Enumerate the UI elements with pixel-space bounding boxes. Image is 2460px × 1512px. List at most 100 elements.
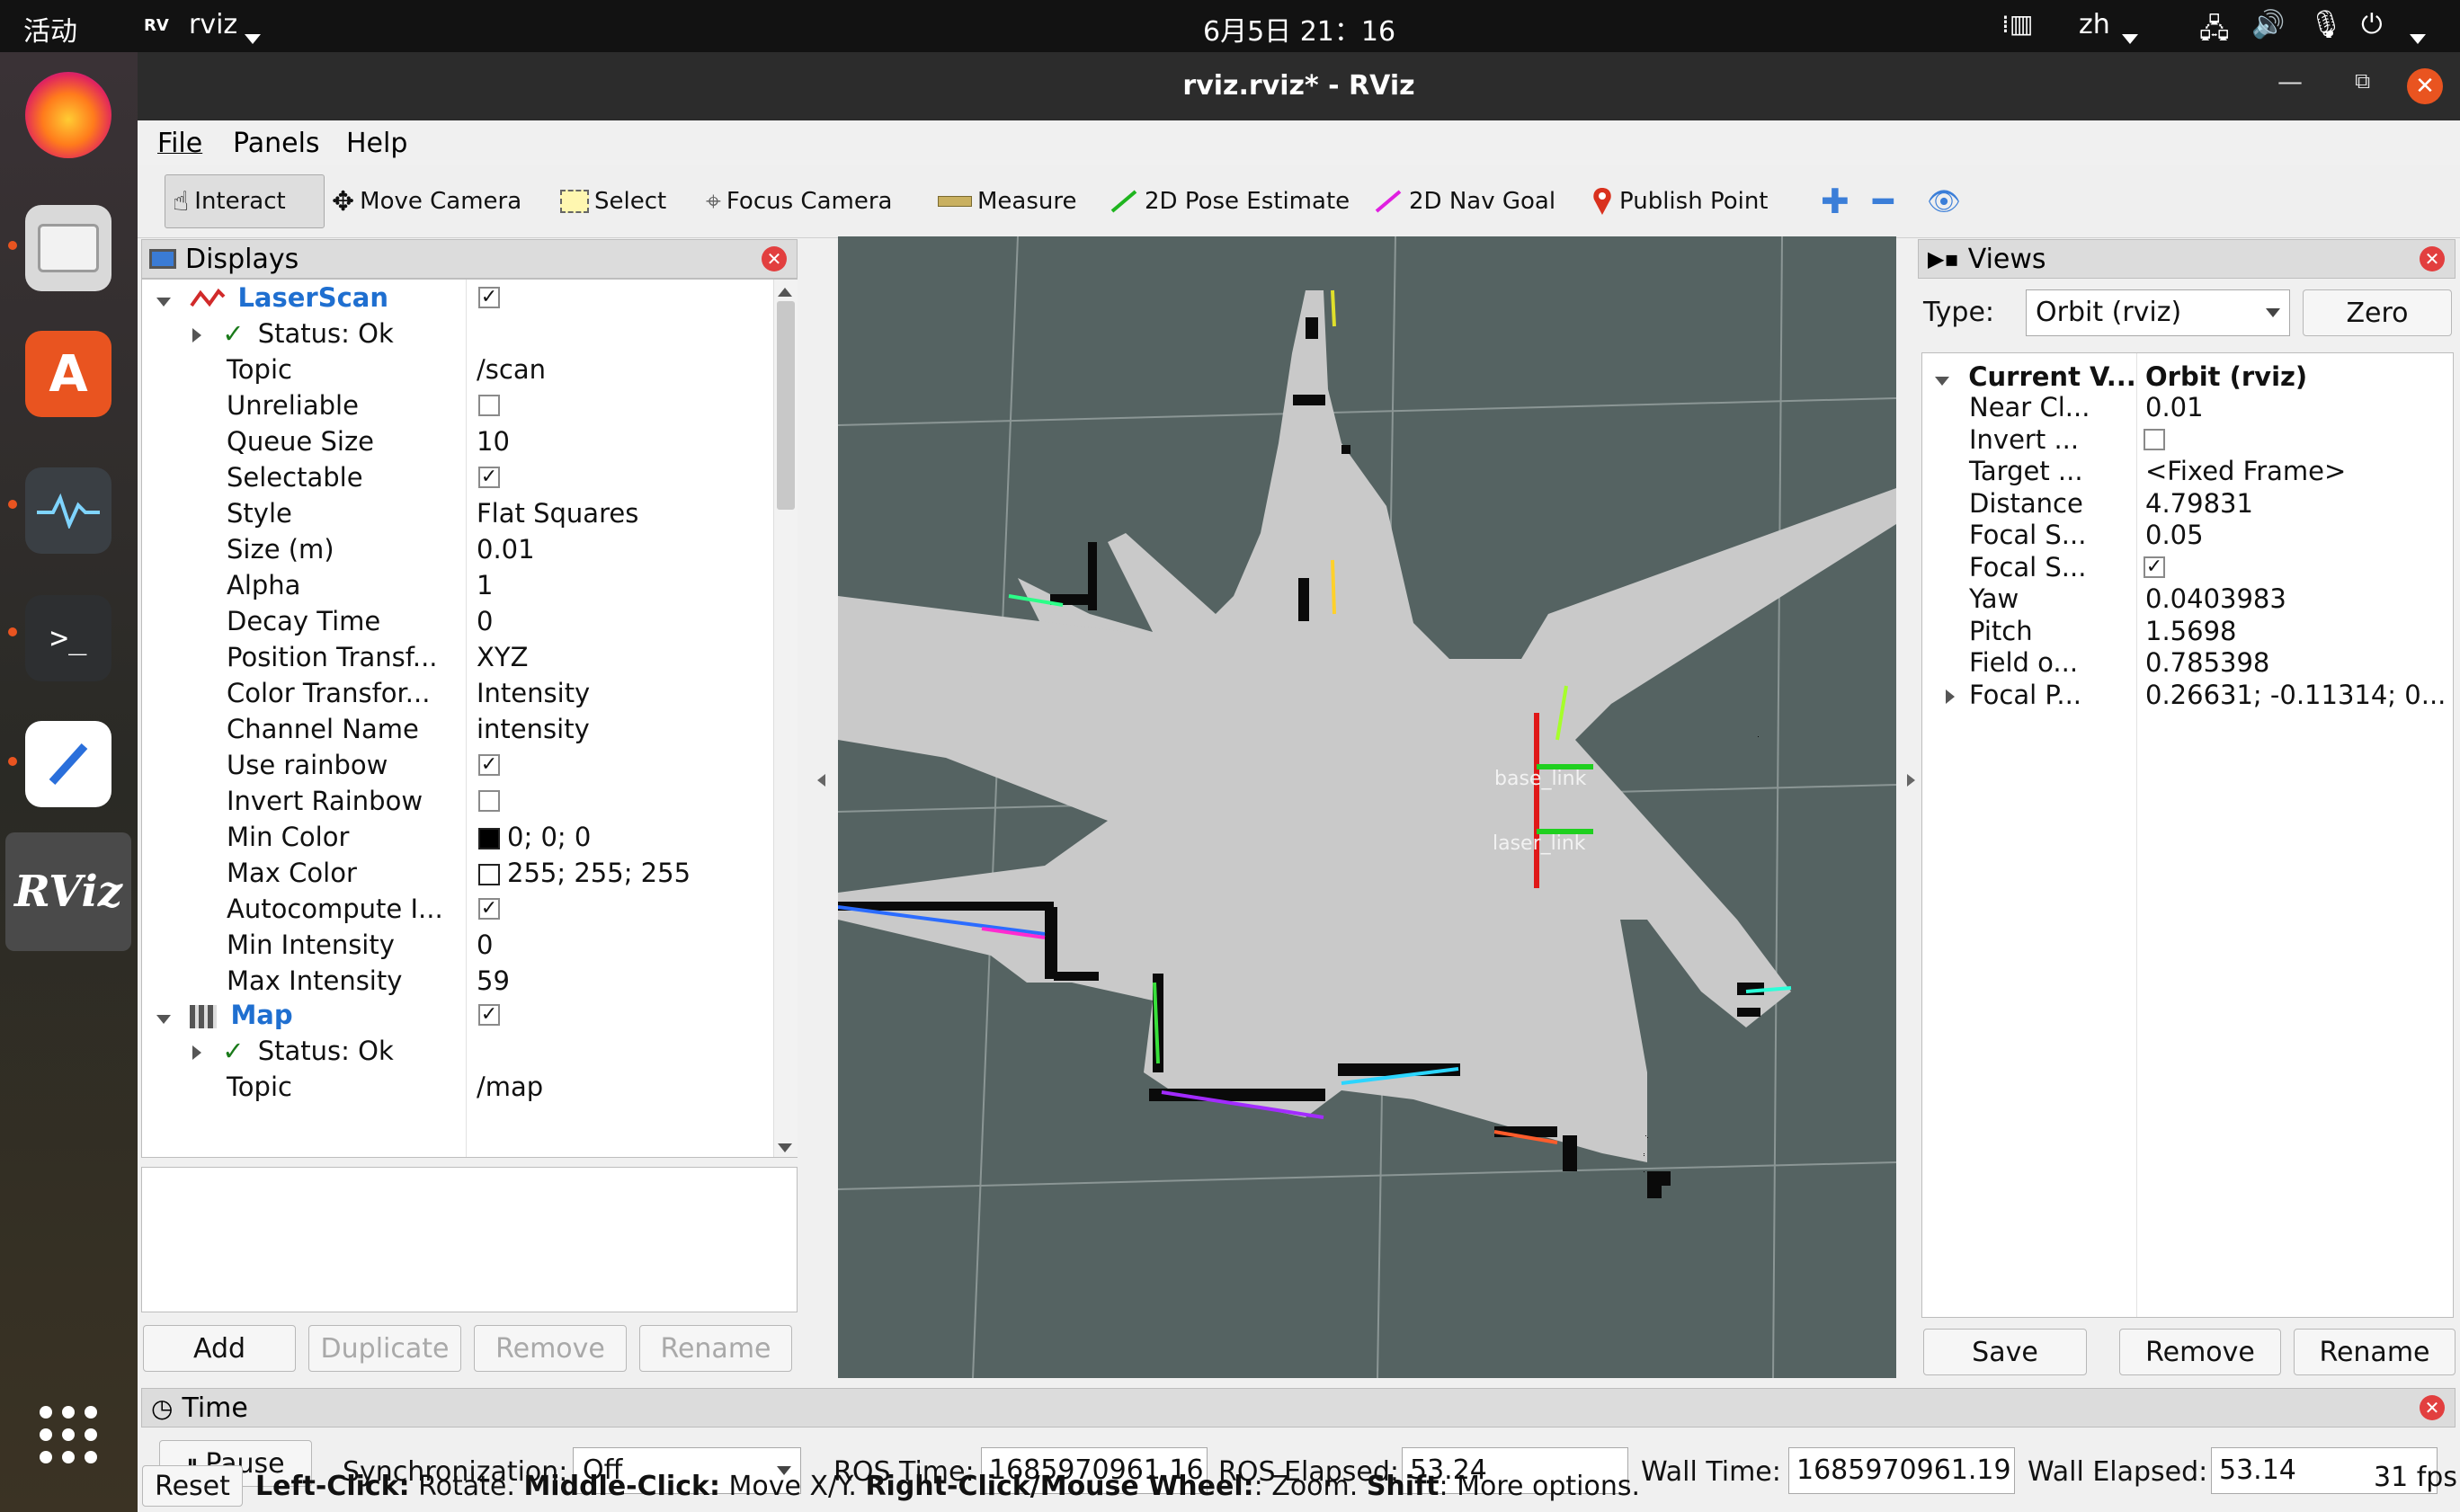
add-tool-plus-icon[interactable]: ✚ [1821,174,1849,228]
view-prop-value[interactable]: 1.5698 [2145,615,2236,647]
terminal-icon[interactable]: >_ [25,595,111,681]
close-time-panel-icon[interactable]: ✕ [2420,1395,2445,1420]
view-prop-value[interactable]: 4.79831 [2145,487,2253,520]
view-prop-value[interactable]: 0.0403983 [2145,583,2286,615]
view-type-select[interactable]: Orbit (rviz) [2026,289,2290,336]
publish-point-tool[interactable]: Publish Point [1591,174,1769,228]
laserscan-status-item[interactable]: ✓ Status: Ok [192,316,394,351]
show-apps-grid-icon[interactable] [25,1392,111,1478]
laserscan-prop-value[interactable]: /scan [477,351,546,387]
laserscan-enabled-checkbox[interactable]: ✓ [478,287,500,308]
close-views-panel-icon[interactable]: ✕ [2420,246,2445,271]
expand-chevron-right-icon[interactable] [192,328,201,342]
laserscan-display-item[interactable]: LaserScan [156,280,388,316]
interact-tool[interactable]: ☝ Interact [165,174,325,228]
scroll-down-arrow-icon[interactable] [778,1139,792,1156]
laserscan-prop-value[interactable]: 1 [477,567,493,603]
view-prop-value[interactable]: <Fixed Frame> [2145,455,2346,487]
view-prop-key[interactable]: Focal S... [1969,519,2086,551]
laserscan-prop-checkbox[interactable] [478,790,500,812]
laserscan-prop-checkbox[interactable] [478,395,500,416]
view-prop-value[interactable]: 0.26631; -0.11314; 0... [2145,679,2446,711]
laserscan-prop-value[interactable]: 0.01 [477,531,535,567]
menu-file[interactable]: File [157,128,202,159]
expand-chevron-right-icon[interactable] [192,1045,201,1060]
laserscan-prop-value[interactable]: Flat Squares [477,495,638,531]
rviz-dock-icon[interactable]: RViz [5,832,131,951]
save-view-button[interactable]: Save [1923,1329,2087,1375]
focus-camera-tool[interactable]: ⌖ Focus Camera [706,174,892,228]
view-prop-key[interactable]: Focal S... [1969,551,2086,583]
volume-icon[interactable]: 🔊 [2251,9,2285,40]
view-prop-key[interactable]: Near Cl... [1969,391,2090,423]
laserscan-prop-value[interactable]: 0 [477,603,493,639]
microphone-icon[interactable]: 🎙 [2309,9,2343,40]
laserscan-prop-value[interactable]: 10 [477,423,510,459]
nav-goal-tool[interactable]: 2D Nav Goal [1373,174,1555,228]
map-enabled-checkbox[interactable]: ✓ [478,1004,500,1026]
remove-tool-minus-icon[interactable]: ━ [1873,174,1894,228]
add-display-button[interactable]: Add [143,1325,296,1372]
rename-view-button[interactable]: Rename [2294,1329,2456,1375]
view-prop-key[interactable]: Focal P... [1946,679,2081,711]
laserscan-prop-value[interactable]: 255; 255; 255 [478,855,691,891]
laserscan-prop-value[interactable]: 0; 0; 0 [478,819,591,855]
title-bar[interactable]: rviz.rviz* - RViz — ⧉ ✕ [138,52,2460,120]
expand-chevron-down-icon[interactable] [156,298,171,307]
view-prop-key[interactable]: Field o... [1969,646,2078,679]
maximize-button[interactable]: ⧉ [2355,68,2370,93]
laserscan-prop-checkbox[interactable]: ✓ [478,754,500,776]
view-prop-key[interactable]: Yaw [1969,583,2019,615]
expand-chevron-right-icon[interactable] [1946,689,1955,704]
system-menu-chevron-icon[interactable] [2410,20,2426,51]
view-prop-value[interactable]: 0.01 [2145,391,2204,423]
power-icon[interactable]: ⏻ [2361,9,2383,40]
activities-button[interactable]: 活动 [23,9,77,49]
view-prop-checkbox[interactable]: ✓ [2144,556,2165,578]
files-icon[interactable] [25,205,111,291]
reset-button[interactable]: Reset [142,1465,243,1507]
expand-chevron-down-icon[interactable] [1935,377,1949,386]
scroll-up-arrow-icon[interactable] [778,283,792,300]
input-method-icon[interactable]: ⁞▥ [2001,9,2033,39]
zero-view-button[interactable]: Zero [2303,289,2452,336]
laserscan-prop-value[interactable]: intensity [477,711,590,747]
laserscan-prop-checkbox[interactable]: ✓ [478,898,500,920]
laserscan-prop-value[interactable]: XYZ [477,639,528,675]
language-chevron-icon[interactable] [2122,20,2138,51]
select-tool[interactable]: Select [560,174,666,228]
view-prop-value[interactable]: 0.785398 [2145,646,2269,679]
view-prop-checkbox[interactable] [2144,428,2165,450]
app-menu-chevron-icon[interactable] [245,20,261,51]
laserscan-prop-value[interactable]: Intensity [477,675,590,711]
remove-display-button[interactable]: Remove [474,1325,627,1372]
map-status-item[interactable]: ✓ Status: Ok [192,1033,394,1069]
software-store-icon[interactable]: A [25,331,111,417]
remove-view-button[interactable]: Remove [2119,1329,2281,1375]
move-camera-tool[interactable]: ✥ Move Camera [332,174,521,228]
menu-panels[interactable]: Panels [233,128,320,159]
laserscan-prop-checkbox[interactable]: ✓ [478,467,500,488]
minimize-button[interactable]: — [2277,67,2303,96]
map-topic-value[interactable]: /map [477,1069,543,1105]
tool-properties-eye-icon[interactable]: 👁 [1927,174,1961,228]
menu-help[interactable]: Help [346,128,407,159]
collapse-right-arrow-icon[interactable] [1907,773,1915,790]
view-prop-key[interactable]: Target ... [1969,455,2083,487]
clock[interactable]: 6月5日 21：16 [1203,9,1395,49]
text-editor-icon[interactable] [25,721,111,807]
map-display-item[interactable]: Map [156,997,293,1033]
collapse-left-arrow-icon[interactable] [817,773,825,790]
view-prop-key[interactable]: Distance [1969,487,2083,520]
language-indicator[interactable]: zh [2079,9,2110,40]
displays-scrollbar[interactable] [773,280,798,1157]
close-displays-panel-icon[interactable]: ✕ [762,246,787,271]
laserscan-prop-value[interactable]: 0 [477,927,493,963]
app-menu-label[interactable]: rviz [189,9,237,40]
laserscan-prop-value[interactable]: 59 [477,963,510,999]
pose-estimate-tool[interactable]: 2D Pose Estimate [1109,174,1350,228]
duplicate-display-button[interactable]: Duplicate [308,1325,461,1372]
wall-time-field[interactable]: 1685970961.19 [1788,1447,2015,1494]
expand-chevron-down-icon[interactable] [156,1015,171,1024]
network-icon[interactable]: 🖧 [2199,9,2229,55]
